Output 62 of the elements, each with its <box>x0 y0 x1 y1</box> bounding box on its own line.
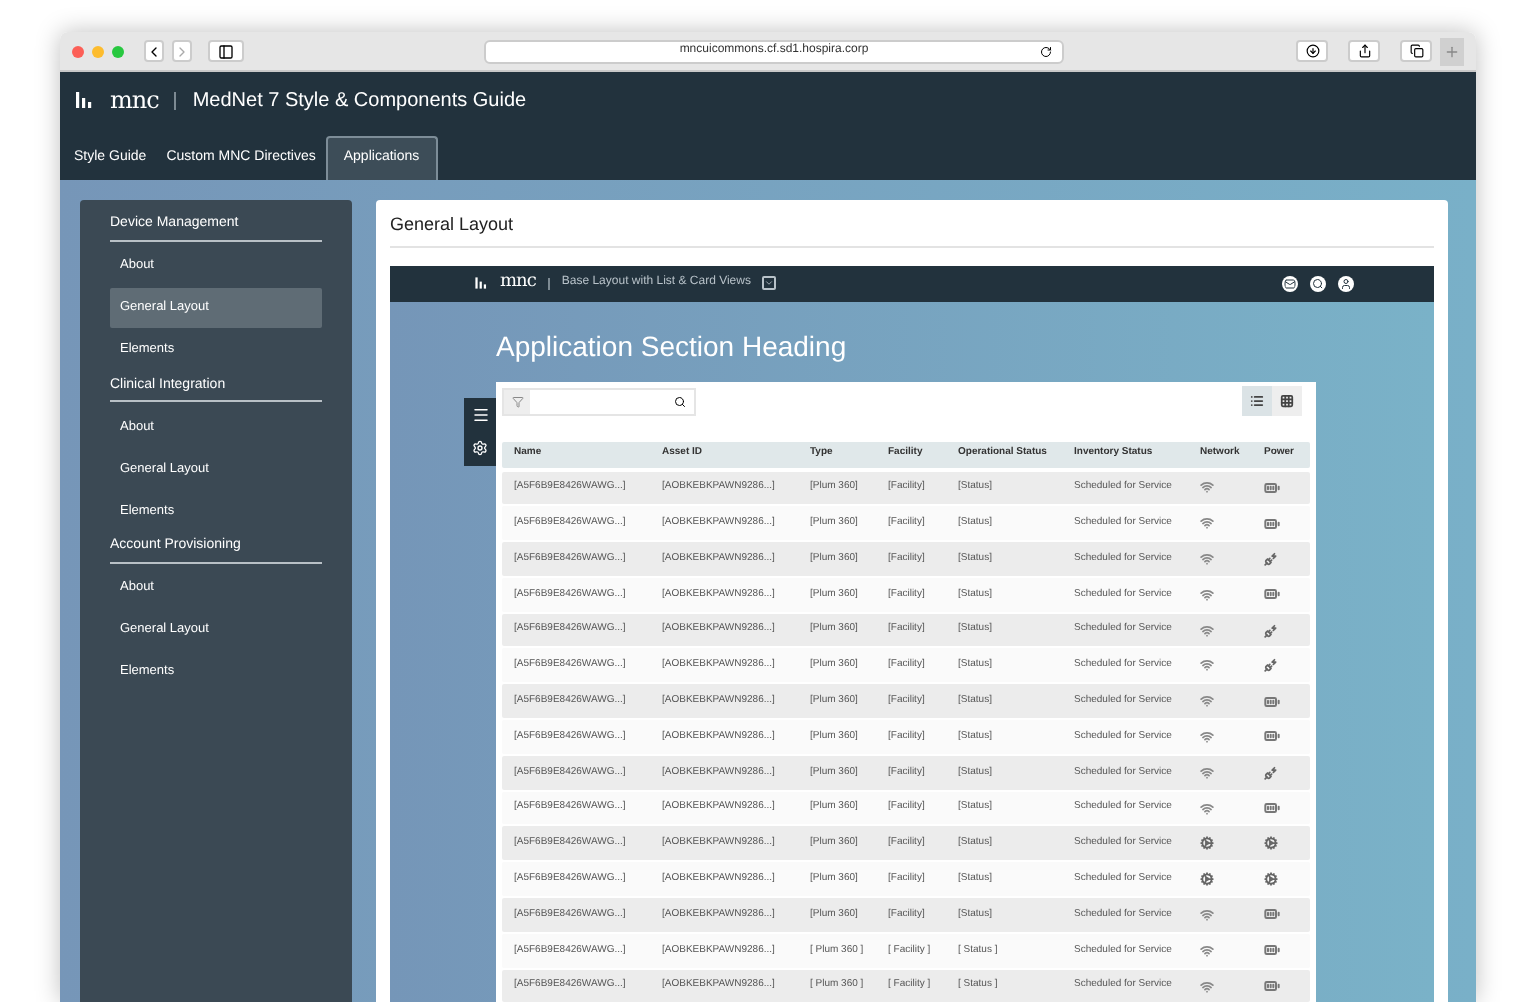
wifi-icon <box>1200 801 1214 816</box>
back-button[interactable] <box>144 40 164 62</box>
wifi-icon <box>1200 658 1214 673</box>
grid-icon <box>1280 394 1294 408</box>
plug-icon <box>1264 551 1278 566</box>
filter-icon[interactable] <box>511 395 523 407</box>
wifi-icon <box>1200 979 1214 994</box>
bar-chart-icon <box>474 276 488 290</box>
wifi-icon <box>1200 623 1214 638</box>
battery-icon <box>1264 693 1280 710</box>
sidebar-icon <box>218 43 234 59</box>
app-title: MedNet 7 Style & Components Guide <box>192 87 527 115</box>
plug-icon <box>1264 623 1278 638</box>
mail-icon[interactable] <box>1282 275 1298 291</box>
plug-icon <box>1264 658 1278 673</box>
share-button[interactable] <box>1348 40 1380 62</box>
gear-icon <box>1264 872 1278 887</box>
gear-icon <box>1200 872 1214 887</box>
user-icon[interactable] <box>1338 275 1354 291</box>
search-icon <box>674 395 686 407</box>
wifi-icon <box>1200 943 1214 958</box>
battery-icon <box>1264 942 1280 959</box>
wifi-icon <box>1200 765 1214 780</box>
download-icon <box>1305 44 1319 58</box>
plus-icon <box>1444 43 1460 59</box>
battery-icon <box>1264 800 1280 817</box>
battery-icon <box>1264 515 1280 532</box>
battery-icon <box>1264 728 1280 745</box>
forward-icon <box>174 43 190 59</box>
battery-icon <box>1264 978 1280 995</box>
menu-icon[interactable] <box>471 405 489 424</box>
wifi-icon <box>1200 480 1214 495</box>
wifi-icon <box>1200 551 1214 566</box>
settings-icon[interactable] <box>472 440 488 457</box>
section-heading: Application Section Heading <box>496 327 849 366</box>
download-button[interactable] <box>1296 40 1328 62</box>
sidebar-button[interactable] <box>208 40 244 62</box>
search-icon[interactable] <box>1310 275 1326 291</box>
share-icon <box>1357 44 1371 58</box>
list-icon <box>1250 394 1264 408</box>
page-title: General Layout <box>390 212 1434 247</box>
app-logo: mnc <box>110 84 159 118</box>
wifi-icon <box>1200 587 1214 602</box>
plug-icon <box>1264 765 1278 780</box>
gear-icon <box>1200 836 1214 851</box>
wifi-icon <box>1200 516 1214 531</box>
wifi-icon <box>1200 907 1214 922</box>
bar-chart-icon <box>74 90 94 110</box>
wifi-icon <box>1200 729 1214 744</box>
battery-icon <box>1264 906 1280 923</box>
battery-icon <box>1264 586 1280 603</box>
search-field[interactable] <box>502 387 696 415</box>
gear-icon <box>1264 836 1278 851</box>
dropdown-button[interactable] <box>762 276 777 290</box>
battery-icon <box>1264 479 1280 496</box>
reload-icon[interactable] <box>1040 45 1052 57</box>
tabs-icon <box>1409 44 1423 58</box>
view-toggle[interactable] <box>1242 386 1272 416</box>
back-icon <box>146 43 162 59</box>
tabs-button[interactable] <box>1400 40 1432 62</box>
wifi-icon <box>1200 694 1214 709</box>
demo-logo: mnc <box>500 269 536 296</box>
